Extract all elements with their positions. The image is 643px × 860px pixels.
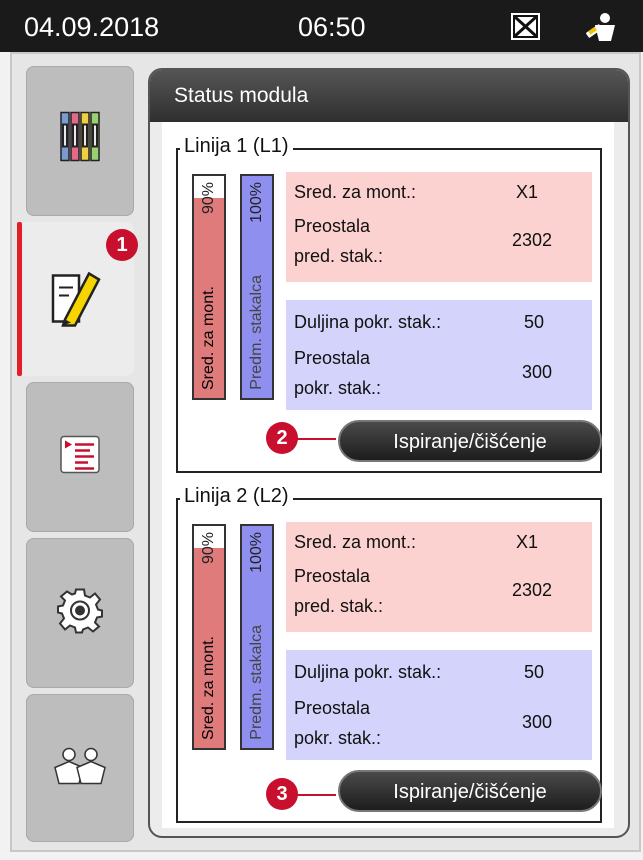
sidebar-tab-reagents[interactable] bbox=[26, 66, 134, 216]
user-settings-icon bbox=[53, 746, 107, 791]
line-1-remaining-coverslips-label-b: pokr. stak.: bbox=[294, 378, 382, 398]
line-2-mounting-medium-label: Sred. za mont. bbox=[200, 635, 217, 740]
line-2-remaining-coverslips-value: 300 bbox=[522, 712, 553, 732]
date-display: 04.09.2018 bbox=[24, 12, 160, 42]
callout-badge-1: 1 bbox=[106, 229, 138, 261]
error-status-icon[interactable] bbox=[511, 13, 540, 40]
sidebar-tab-users[interactable] bbox=[26, 694, 134, 842]
line-1-remaining-slides-value: 2302 bbox=[512, 230, 553, 250]
line-1-coverslip-length-value: 50 bbox=[524, 312, 545, 332]
line-2-slides-label: Predm. stakalca bbox=[248, 625, 265, 740]
line-2-rinse-clean-button[interactable]: Ispiranje/čišćenje bbox=[338, 770, 602, 812]
line-2-coverslip-length-label: Duljina pokr. stak.: bbox=[294, 662, 442, 682]
line-1-medium-label: Sred. za mont.: bbox=[294, 182, 417, 202]
active-tab-indicator bbox=[17, 222, 22, 376]
line-1-mounting-info: Sred. za mont.: X1 Preostala pred. stak.… bbox=[286, 172, 592, 282]
line-2-medium-label: Sred. za mont.: bbox=[294, 532, 417, 552]
panel-header: Status modula bbox=[150, 70, 628, 122]
line-2-coverslip-info: Duljina pokr. stak.: 50 Preostala pokr. … bbox=[286, 650, 592, 760]
settings-gear-icon bbox=[57, 588, 103, 639]
line-2-medium-value: X1 bbox=[516, 532, 539, 552]
callout-badge-3: 3 bbox=[266, 778, 298, 810]
module-status-icon bbox=[49, 266, 101, 333]
line-1-mounting-medium-gauge: 90% Sred. za mont. bbox=[192, 174, 226, 400]
line-1-rinse-clean-button[interactable]: Ispiranje/čišćenje bbox=[338, 420, 602, 462]
line-2-group: Linija 2 (L2) 90% Sred. za mont. 100% Pr… bbox=[176, 485, 602, 823]
line-1-group: Linija 1 (L1) 90% Sred. za mont. 100% Pr… bbox=[176, 135, 602, 473]
line-1-remaining-coverslips-label-a: Preostala bbox=[294, 348, 371, 368]
line-1-medium-value: X1 bbox=[516, 182, 539, 202]
line-1-mounting-medium-label: Sred. za mont. bbox=[200, 285, 217, 390]
program-list-icon bbox=[60, 435, 100, 479]
line-1-remaining-slides-label-a: Preostala bbox=[294, 216, 371, 236]
line-2-remaining-slides-label-b: pred. stak.: bbox=[294, 596, 384, 616]
line-1-slides-gauge: 100% Predm. stakalca bbox=[240, 174, 274, 400]
line-1-remaining-coverslips-value: 300 bbox=[522, 362, 553, 382]
line-1-slides-percent: 100% bbox=[248, 182, 265, 223]
line-2-mounting-medium-gauge: 90% Sred. za mont. bbox=[192, 524, 226, 750]
line-2-remaining-coverslips-label-b: pokr. stak.: bbox=[294, 728, 382, 748]
line-2-remaining-coverslips-label-a: Preostala bbox=[294, 698, 371, 718]
line-2-coverslip-length-value: 50 bbox=[524, 662, 545, 682]
line-1-coverslip-info: Duljina pokr. stak.: 50 Preostala pokr. … bbox=[286, 300, 592, 410]
time-display: 06:50 bbox=[298, 12, 366, 42]
sidebar-tab-settings[interactable] bbox=[26, 538, 134, 688]
line-2-mounting-info: Sred. za mont.: X1 Preostala pred. stak.… bbox=[286, 522, 592, 632]
line-1-remaining-slides-label-b: pred. stak.: bbox=[294, 246, 384, 266]
line-1-mounting-medium-percent: 90% bbox=[200, 182, 217, 215]
line-1-coverslip-length-label: Duljina pokr. stak.: bbox=[294, 312, 442, 332]
line-2-remaining-slides-label-a: Preostala bbox=[294, 566, 371, 586]
line-2-slides-gauge: 100% Predm. stakalca bbox=[240, 524, 274, 750]
user-status-icon[interactable] bbox=[585, 11, 621, 43]
panel-title: Status modula bbox=[174, 84, 309, 107]
callout-badge-2: 2 bbox=[266, 422, 298, 454]
reagents-icon bbox=[58, 110, 102, 173]
line-2-title: Linija 2 (L2) bbox=[180, 485, 293, 508]
line-2-remaining-slides-value: 2302 bbox=[512, 580, 553, 600]
line-1-title: Linija 1 (L1) bbox=[180, 135, 293, 158]
line-2-slides-percent: 100% bbox=[248, 532, 265, 573]
line-2-mounting-medium-percent: 90% bbox=[200, 532, 217, 565]
sidebar-tab-programs[interactable] bbox=[26, 382, 134, 532]
status-bar: 04.09.2018 06:50 bbox=[0, 0, 643, 52]
module-status-panel: Status modula Linija 1 (L1) 90% Sred. za… bbox=[148, 68, 630, 838]
panel-content: Linija 1 (L1) 90% Sred. za mont. 100% Pr… bbox=[162, 122, 614, 828]
line-1-slides-label: Predm. stakalca bbox=[248, 275, 265, 390]
